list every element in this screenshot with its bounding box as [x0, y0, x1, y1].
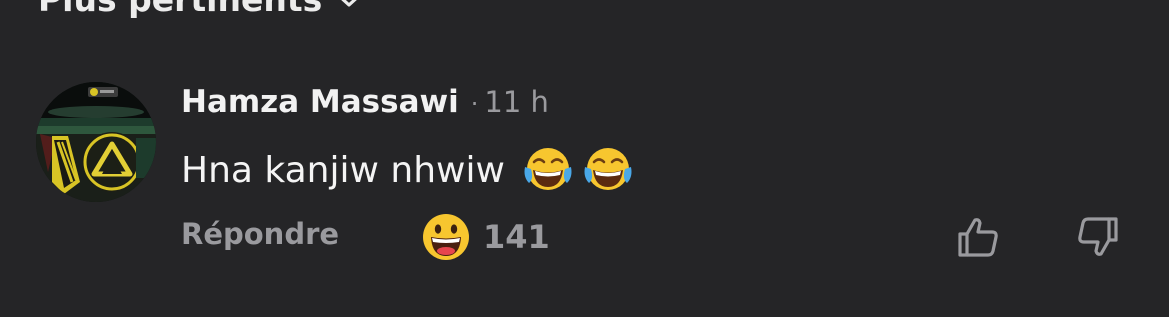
comment-text: Hna kanjiw nhwiw	[181, 149, 505, 191]
thumbs-up-icon	[958, 218, 998, 257]
like-button[interactable]	[954, 213, 1002, 261]
sort-selector[interactable]: Plus pertinents	[38, 0, 364, 20]
reaction-count: 141	[483, 218, 550, 256]
reply-button[interactable]: Répondre	[181, 217, 339, 251]
thumbs-down-icon	[1078, 217, 1118, 256]
reaction-summary[interactable]: 141	[421, 212, 550, 262]
meta-separator: ·	[470, 90, 479, 118]
comment-body: Hna kanjiw nhwiw	[181, 146, 1081, 194]
chevron-down-icon	[341, 0, 358, 7]
comment-meta: Hamza Massawi · 11 h	[181, 84, 1081, 126]
grinning-face-emoji	[423, 214, 469, 260]
timestamp: 11 h	[484, 85, 549, 119]
tears-of-joy-emoji	[584, 148, 632, 190]
dislike-button[interactable]	[1074, 213, 1122, 261]
author-name[interactable]: Hamza Massawi	[181, 84, 459, 120]
tears-of-joy-emoji	[524, 148, 572, 190]
avatar-image	[36, 82, 156, 202]
sort-label: Plus pertinents	[38, 0, 322, 20]
comment: Hamza Massawi · 11 h Hna kanjiw nhwiw	[181, 84, 1081, 194]
avatar[interactable]	[36, 82, 156, 202]
comment-thread: Plus pertinents	[0, 0, 1169, 317]
